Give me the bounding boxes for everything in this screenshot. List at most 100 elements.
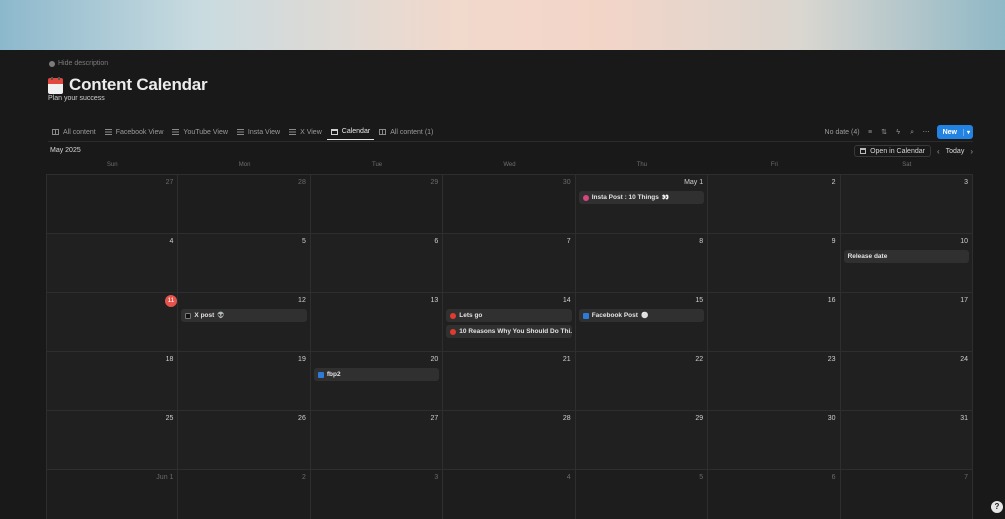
calendar-icon	[330, 128, 338, 135]
event-card[interactable]: Facebook Post ⚪	[578, 309, 705, 322]
day-number: 27	[165, 179, 174, 186]
day-cell[interactable]: May 1 Insta Post : 10 Things 👀	[575, 175, 709, 234]
day-cell[interactable]: 27	[46, 175, 179, 234]
automation-icon[interactable]: ϟ	[895, 129, 902, 136]
page-title[interactable]: Content Calendar	[69, 75, 208, 95]
day-number: 2	[831, 179, 836, 186]
day-cell[interactable]: 11	[46, 293, 179, 352]
day-cell[interactable]: 5	[575, 470, 709, 519]
chevron-right-icon[interactable]: ›	[970, 147, 973, 156]
day-cell[interactable]: 3	[310, 470, 444, 519]
day-cell[interactable]: 16	[708, 293, 841, 352]
hide-description-label: Hide description	[58, 60, 109, 67]
search-icon[interactable]: ⌕	[909, 129, 916, 136]
weekday-label: Thu	[636, 162, 648, 168]
day-cell[interactable]: 29	[310, 175, 444, 234]
day-cell[interactable]: 30	[708, 411, 841, 470]
day-cell[interactable]: 23	[708, 352, 841, 411]
open-in-calendar-button[interactable]: Open in Calendar	[854, 145, 931, 157]
day-cell[interactable]: 26	[178, 411, 311, 470]
help-button[interactable]: ?	[991, 501, 1003, 513]
facebook-icon	[317, 371, 324, 378]
day-cell[interactable]: 7	[443, 234, 576, 293]
day-cell[interactable]: 2	[708, 175, 841, 234]
day-cell[interactable]: 4	[46, 234, 179, 293]
hide-description-button[interactable]: Hide description	[49, 60, 108, 67]
tab-x-view[interactable]: X View	[285, 124, 326, 140]
tab-label: All content	[63, 128, 96, 136]
instagram-icon	[582, 194, 589, 201]
day-cell[interactable]: Jun 1	[46, 470, 179, 519]
day-number: 2	[301, 474, 306, 481]
day-number: 6	[831, 474, 836, 481]
tab-youtube-view[interactable]: YouTube View	[168, 124, 232, 140]
weekday-label: Sun	[106, 162, 118, 168]
new-button[interactable]: New ▾	[936, 125, 973, 139]
event-card[interactable]: Lets go	[446, 309, 572, 322]
day-cell[interactable]: 8	[575, 234, 709, 293]
event-card[interactable]: 10 Reasons Why You Should Do Thi...	[446, 325, 572, 338]
day-cell[interactable]: 29	[575, 411, 709, 470]
day-cell[interactable]: 18	[46, 352, 179, 411]
day-cell[interactable]: 28	[178, 175, 311, 234]
day-number: 25	[165, 415, 174, 422]
day-cell[interactable]: 13	[310, 293, 444, 352]
today-button[interactable]: Today	[946, 148, 965, 155]
day-cell[interactable]: 27	[310, 411, 444, 470]
filter-icon[interactable]: ≡	[867, 129, 874, 136]
day-cell[interactable]: 2	[178, 470, 311, 519]
day-cell[interactable]: 12 X post 👽	[178, 293, 311, 352]
day-cell[interactable]: 6	[310, 234, 444, 293]
day-cell[interactable]: 5	[178, 234, 311, 293]
sort-icon[interactable]: ⇅	[881, 129, 888, 136]
day-number: 24	[960, 356, 968, 363]
day-cell[interactable]: 30	[443, 175, 576, 234]
day-cell[interactable]: 9	[708, 234, 841, 293]
day-cell[interactable]: 17	[840, 293, 973, 352]
page-description[interactable]: Plan your success	[48, 95, 105, 102]
day-number: 15	[695, 297, 704, 304]
calendar-grid: 27 28 29 30 May 1 Insta Post : 10 Things 👀 2 3 4 5…	[46, 174, 973, 519]
list-icon	[172, 129, 180, 135]
day-cell[interactable]: 19	[178, 352, 311, 411]
tab-facebook-view[interactable]: Facebook View	[101, 124, 168, 140]
day-cell[interactable]: 4	[443, 470, 576, 519]
event-card[interactable]: fbp2	[313, 368, 440, 381]
month-label: May 2025	[50, 147, 81, 154]
no-date-button[interactable]: No date (4)	[825, 129, 860, 136]
event-card[interactable]: Release date	[843, 250, 969, 263]
chevron-down-icon[interactable]: ▾	[962, 128, 973, 136]
day-cell[interactable]: 24	[840, 352, 973, 411]
page-cover[interactable]	[0, 0, 1005, 50]
event-card[interactable]: Insta Post : 10 Things 👀	[578, 191, 705, 204]
day-cell[interactable]: 21	[443, 352, 576, 411]
day-number: 28	[562, 415, 571, 422]
day-cell[interactable]: 15 Facebook Post ⚪	[575, 293, 709, 352]
day-number: 10	[960, 238, 968, 245]
event-card[interactable]: X post 👽	[181, 309, 307, 322]
youtube-icon	[450, 328, 457, 335]
day-cell[interactable]: 14 Lets go 10 Reasons Why You Should Do Th…	[443, 293, 576, 352]
more-options-icon[interactable]: ⋯	[923, 129, 930, 136]
view-toolbar: No date (4) ≡ ⇅ ϟ ⌕ ⋯ New ▾	[825, 125, 973, 139]
tab-calendar[interactable]: Calendar	[326, 124, 375, 140]
day-number: 27	[430, 415, 439, 422]
day-cell[interactable]: 6	[708, 470, 841, 519]
chevron-left-icon[interactable]: ‹	[937, 147, 940, 156]
day-number: 28	[298, 179, 306, 186]
day-cell[interactable]: 3	[840, 175, 973, 234]
day-cell[interactable]: 28	[443, 411, 576, 470]
tab-all-content-1[interactable]: All content (1)	[375, 124, 437, 140]
tab-insta-view[interactable]: Insta View	[233, 124, 284, 140]
day-cell[interactable]: 22	[575, 352, 709, 411]
event-emoji: ⚪	[640, 313, 649, 319]
day-cell[interactable]: 10 Release date	[840, 234, 973, 293]
day-cell[interactable]: 7	[840, 470, 973, 519]
weekday-label: Wed	[503, 162, 516, 168]
day-cell[interactable]: 31	[840, 411, 973, 470]
list-icon	[289, 129, 297, 135]
tab-all-content[interactable]: All content	[48, 124, 100, 140]
calendar-emoji-icon[interactable]	[48, 76, 63, 94]
day-cell[interactable]: 20 fbp2	[310, 352, 444, 411]
day-cell[interactable]: 25	[46, 411, 179, 470]
